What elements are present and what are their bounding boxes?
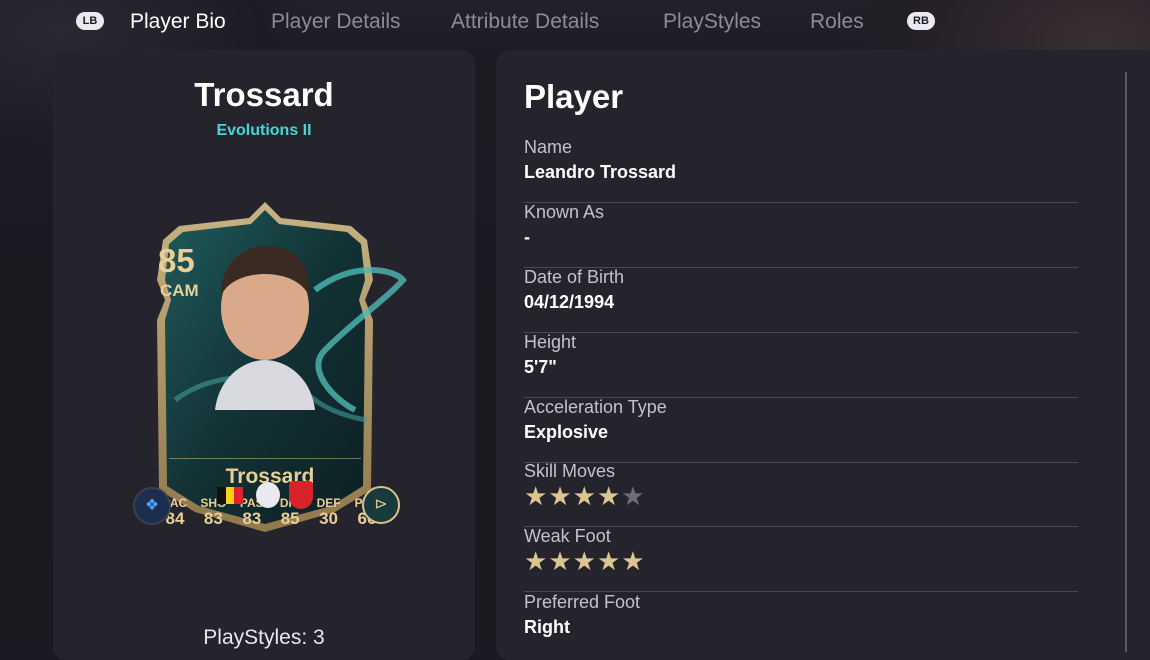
skill-moves-stars: ★ ★ ★ ★ ★ <box>524 483 645 509</box>
section-title: Player <box>524 78 624 115</box>
belgium-flag-icon <box>217 487 244 504</box>
stat-def: DEF 30 <box>316 496 341 528</box>
player-card-panel: Trossard Evolutions II 85 CAM Trossard P… <box>53 50 475 660</box>
star-icon: ★ <box>572 481 596 511</box>
star-icon: ★ <box>621 546 645 576</box>
field-date-of-birth: Date of Birth 04/12/1994 <box>524 267 1078 333</box>
player-bio-panel: Player Name Leandro Trossard Known As - … <box>496 50 1150 660</box>
top-navigation: LB Player Bio Player Details Attribute D… <box>0 0 1150 46</box>
field-value: Explosive <box>524 422 609 442</box>
field-value: 04/12/1994 <box>524 292 615 312</box>
field-acceleration-type: Acceleration Type Explosive <box>524 397 1078 463</box>
star-icon: ★ <box>572 546 596 576</box>
field-value: Leandro Trossard <box>524 162 677 182</box>
league-badge-icon <box>256 482 280 508</box>
star-icon: ★ <box>548 546 572 576</box>
dna-badge-icon: ⊳ <box>362 486 400 524</box>
field-label: Date of Birth <box>524 267 625 287</box>
star-icon: ★ <box>596 481 621 511</box>
field-value: - <box>524 227 530 247</box>
lb-button-icon[interactable]: LB <box>76 12 104 30</box>
field-known-as: Known As - <box>524 202 1078 268</box>
card-position: CAM <box>160 281 199 300</box>
player-title: Trossard <box>194 76 334 113</box>
field-name: Name Leandro Trossard <box>524 137 1078 203</box>
field-label: Skill Moves <box>524 461 616 481</box>
field-label: Acceleration Type <box>524 397 667 417</box>
club-badge-icon <box>289 481 313 509</box>
star-icon: ★ <box>621 481 645 511</box>
field-label: Height <box>524 332 577 352</box>
evolution-badge-icon: ❖ <box>133 487 171 525</box>
tab-player-bio[interactable]: Player Bio <box>130 10 226 34</box>
field-height: Height 5'7" <box>524 332 1078 398</box>
field-preferred-foot: Preferred Foot Right <box>524 592 1078 657</box>
star-icon: ★ <box>596 546 621 576</box>
card-rating: 85 <box>158 242 195 279</box>
field-label: Weak Foot <box>524 526 611 546</box>
playstyles-count: PlayStyles: 3 <box>203 626 325 649</box>
tab-playstyles[interactable]: PlayStyles <box>663 10 761 34</box>
field-label: Preferred Foot <box>524 592 641 612</box>
scrollbar[interactable] <box>1125 72 1127 652</box>
star-icon: ★ <box>524 546 548 576</box>
star-icon: ★ <box>548 481 572 511</box>
field-value: 5'7" <box>524 357 557 377</box>
card-version: Evolutions II <box>216 122 312 139</box>
rb-button-icon[interactable]: RB <box>907 12 935 30</box>
field-skill-moves: Skill Moves ★ ★ ★ ★ ★ <box>524 461 1078 527</box>
tab-attribute-details[interactable]: Attribute Details <box>451 10 599 34</box>
field-weak-foot: Weak Foot ★ ★ ★ ★ ★ <box>524 526 1078 592</box>
star-icon: ★ <box>524 481 548 511</box>
tab-player-details[interactable]: Player Details <box>271 10 401 34</box>
field-label: Name <box>524 137 573 157</box>
field-value: Right <box>524 617 570 637</box>
weak-foot-stars: ★ ★ ★ ★ ★ <box>524 548 645 574</box>
field-label: Known As <box>524 202 605 222</box>
tab-roles[interactable]: Roles <box>810 10 864 34</box>
